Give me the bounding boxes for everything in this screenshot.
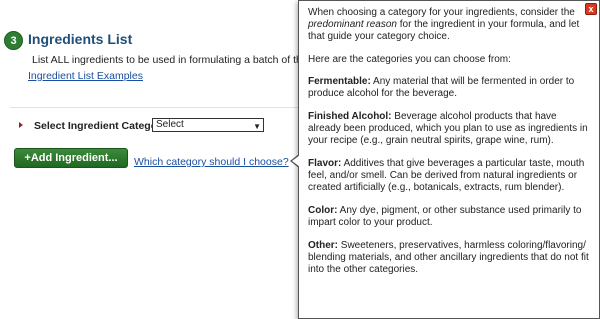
category-flavor: Flavor: Additives that give beverages a …: [308, 158, 590, 194]
divider: [10, 107, 298, 108]
ingredient-category-select[interactable]: Select ▼: [152, 118, 264, 132]
category-name: Flavor:: [308, 158, 342, 169]
popup-intro-emphasis: predominant reason: [308, 19, 397, 30]
which-category-help-link[interactable]: Which category should I choose?: [134, 156, 289, 168]
popup-intro: When choosing a category for your ingred…: [308, 7, 590, 43]
category-desc: Sweeteners, preservatives, harmless colo…: [308, 240, 589, 275]
category-name: Finished Alcohol:: [308, 111, 392, 122]
section-description: List ALL ingredients to be used in formu…: [32, 54, 302, 66]
category-help-popup: x When choosing a category for your ingr…: [298, 0, 600, 319]
category-other: Other: Sweeteners, preservatives, harmle…: [308, 240, 590, 276]
categories-intro: Here are the categories you can choose f…: [308, 54, 511, 65]
popup-content: When choosing a category for your ingred…: [308, 7, 590, 287]
section-title: Ingredients List: [28, 31, 133, 47]
category-name: Fermentable:: [308, 76, 371, 87]
category-finished-alcohol: Finished Alcohol: Beverage alcohol produ…: [308, 111, 590, 147]
category-fermentable: Fermentable: Any material that will be f…: [308, 76, 590, 100]
step-number-badge: 3: [4, 31, 23, 50]
popup-intro-text-a: When choosing a category for your ingred…: [308, 7, 575, 18]
category-desc: Additives that give beverages a particul…: [308, 158, 585, 193]
ingredient-list-examples-link[interactable]: Ingredient List Examples: [28, 70, 143, 82]
popup-pointer-inner: [292, 155, 300, 167]
category-color: Color: Any dye, pigment, or other substa…: [308, 205, 590, 229]
add-ingredient-button[interactable]: +Add Ingredient...: [14, 148, 128, 168]
select-value: Select: [156, 119, 184, 130]
category-name: Color:: [308, 205, 338, 216]
expand-arrow-icon[interactable]: [19, 122, 23, 128]
chevron-down-icon: ▼: [253, 122, 261, 131]
select-category-label: Select Ingredient Category: [34, 120, 168, 132]
category-name: Other:: [308, 240, 338, 251]
category-desc: Any dye, pigment, or other substance use…: [308, 205, 582, 228]
